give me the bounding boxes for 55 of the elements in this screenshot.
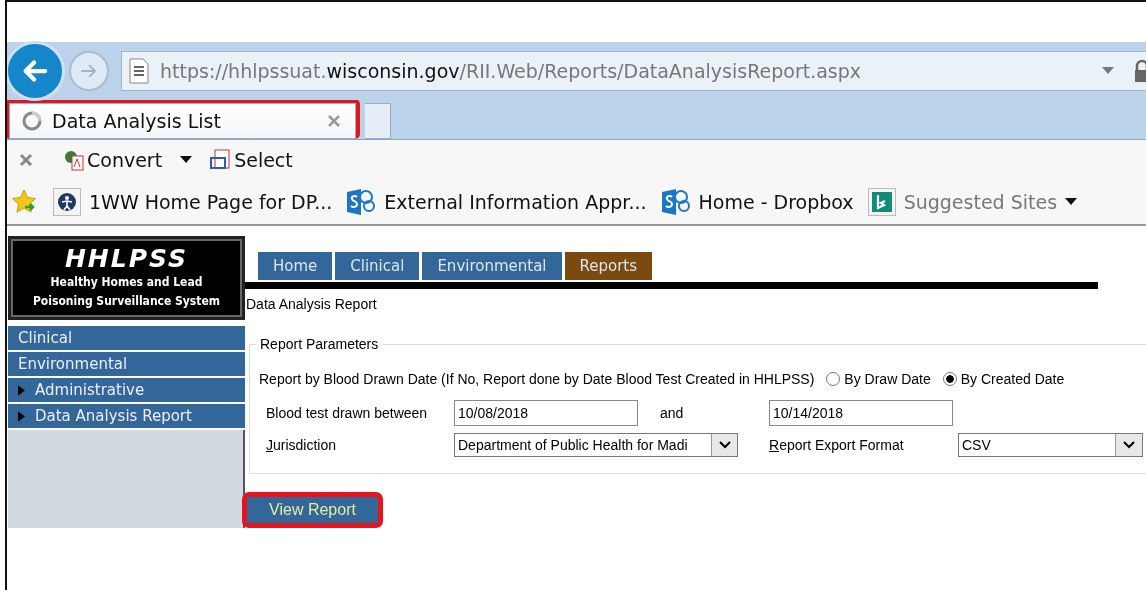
nav-tab[interactable]: Clinical	[335, 252, 420, 280]
select-pdf-icon	[210, 149, 233, 171]
bing-icon	[867, 188, 896, 216]
lock-icon	[1134, 59, 1146, 83]
field-label: Blood test drawn between	[266, 405, 429, 421]
chevron-down-icon	[718, 441, 731, 449]
radio-button[interactable]	[826, 372, 841, 386]
forward-button[interactable]	[69, 51, 109, 91]
select-button[interactable]: Select	[210, 149, 293, 171]
export-format-select[interactable]: CSV	[958, 433, 1143, 457]
nav-tab[interactable]: Environmental	[422, 252, 562, 280]
close-icon[interactable]	[19, 153, 33, 167]
chevron-down-icon	[1123, 441, 1135, 449]
address-field[interactable]: https://hhlpssuat.wisconsin.gov/RII.Web/Reports/DataAnalysisReport.aspx	[121, 51, 1146, 91]
favorite-link[interactable]: External Information Appr...	[346, 188, 647, 216]
panel-legend: Report Parameters	[256, 336, 383, 352]
expand-arrow-icon	[18, 384, 25, 396]
logo-title: HHLPSS	[64, 245, 189, 273]
radio-option[interactable]: By Created Date	[942, 371, 1065, 387]
logo-subtitle: Healthy Homes and Lead	[50, 274, 203, 291]
field-label: Jurisdiction	[266, 437, 338, 453]
expand-arrow-icon	[18, 410, 25, 422]
site-icon	[53, 188, 81, 216]
field-label: Report by Blood Drawn Date (If No, Report done by Date Blood Test Created in HHLPSS)	[259, 371, 815, 387]
sidebar-item[interactable]: Environmental	[8, 352, 245, 378]
back-button[interactable]	[7, 41, 65, 101]
browser-tab[interactable]: Data Analysis List	[9, 103, 356, 139]
nav-tab[interactable]: Home	[258, 252, 333, 280]
page-title: Data Analysis Report	[246, 296, 378, 312]
view-report-button[interactable]: View Report	[247, 497, 378, 523]
jurisdiction-select[interactable]: Department of Public Health for Madi	[454, 433, 738, 457]
sidebar-item[interactable]: Administrative	[8, 378, 245, 404]
logo-subtitle: Poisoning Surveillance System	[32, 293, 221, 310]
favorite-link[interactable]: Home - Dropbox	[660, 188, 854, 216]
dropdown-caret-icon[interactable]	[1102, 67, 1114, 75]
field-label: and	[659, 405, 685, 421]
add-favorite-star-icon[interactable]	[11, 188, 39, 216]
sharepoint-icon	[660, 188, 691, 216]
date-input[interactable]: 10/08/2018	[454, 400, 638, 426]
sharepoint-icon	[346, 188, 377, 216]
favorite-link[interactable]: 1WW Home Page for DP...	[53, 188, 333, 216]
favorite-link[interactable]: Suggested Sites	[867, 188, 1078, 216]
radio-option[interactable]: By Draw Date	[826, 371, 931, 387]
radio-button[interactable]	[942, 372, 957, 386]
convert-pdf-icon	[63, 149, 85, 171]
field-label: Report Export Format	[768, 437, 905, 453]
url-text: https://hhlpssuat.wisconsin.gov/RII.Web/Reports/DataAnalysisReport.aspx	[160, 60, 862, 82]
sidebar-item[interactable]: Clinical	[8, 326, 245, 352]
date-input[interactable]: 10/14/2018	[769, 400, 953, 426]
page-icon	[128, 58, 150, 84]
convert-button[interactable]: Convert	[63, 149, 193, 171]
nav-tab[interactable]: Reports	[564, 252, 653, 280]
sidebar-item[interactable]: Data Analysis Report	[8, 404, 245, 430]
new-tab-button[interactable]	[365, 103, 391, 139]
close-icon[interactable]	[327, 114, 341, 128]
